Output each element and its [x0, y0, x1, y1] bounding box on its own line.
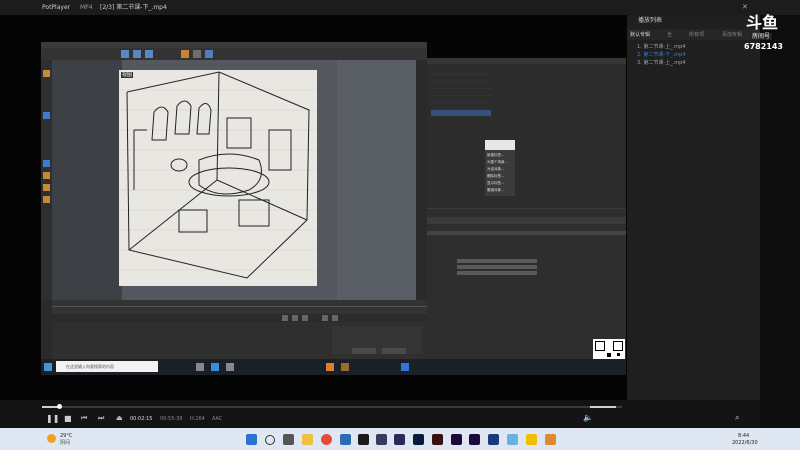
- volume-icon[interactable]: 🔈: [583, 413, 593, 422]
- clock-date[interactable]: 2022/6/30: [732, 440, 758, 446]
- tab-add-album[interactable]: 添加专辑: [722, 32, 742, 38]
- context-item: 为整个场景...: [487, 160, 508, 164]
- douyu-watermark: 斗鱼 房间号 6782143: [742, 13, 783, 56]
- weather-desc: 阴间: [60, 440, 71, 446]
- chrome-icon[interactable]: [321, 434, 332, 445]
- playlist-panel: 播放列表 默认专辑 全 所有项 添加专辑 1. 第二节课-上_.mp4 2. 第…: [627, 15, 760, 400]
- playlist-item[interactable]: 3. 第二节课-上_.mp4: [637, 60, 685, 66]
- app-icon[interactable]: [358, 434, 369, 445]
- temperature: 29°C: [60, 433, 73, 439]
- object-list: [431, 68, 491, 138]
- recorded-screen: 视图: [41, 42, 427, 375]
- start-icon[interactable]: [246, 434, 257, 445]
- context-item: 显示标签...: [487, 181, 505, 185]
- site-logo: 斗鱼: [746, 13, 779, 32]
- context-item: 删除标签...: [487, 174, 505, 178]
- app-icon[interactable]: [394, 434, 405, 445]
- photoshop-icon[interactable]: [413, 434, 424, 445]
- illustrator-icon[interactable]: [432, 434, 443, 445]
- video-codec: H.264: [190, 416, 205, 422]
- search-taskbar-icon[interactable]: [265, 435, 275, 445]
- audio-codec: AAC: [212, 416, 223, 422]
- tab-default-album[interactable]: 默认专辑: [630, 32, 650, 38]
- weather-icon: [47, 434, 56, 443]
- c4d-right-panels: 新建标签... 为整个场景... 为该对象... 删除标签... 显示标签...…: [427, 58, 626, 359]
- app-icon[interactable]: [488, 434, 499, 445]
- file-explorer-icon[interactable]: [302, 434, 313, 445]
- volume-fill: [590, 406, 616, 408]
- clock-time[interactable]: 8:44: [738, 433, 749, 439]
- previous-icon[interactable]: ⏮: [81, 414, 87, 423]
- c4d-left-tools: [41, 60, 52, 300]
- seek-knob[interactable]: [57, 404, 63, 409]
- context-item: 为该对象...: [487, 167, 505, 171]
- eject-icon[interactable]: ⏏: [116, 414, 123, 423]
- c4d-icon[interactable]: [376, 434, 387, 445]
- c4d-toolbar: [41, 48, 427, 60]
- stop-icon[interactable]: ■: [64, 414, 72, 423]
- current-time: 00:02:15: [130, 416, 153, 422]
- context-menu: 新建标签... 为整个场景... 为该对象... 删除标签... 显示标签...…: [485, 140, 515, 196]
- context-item: 新建标签...: [487, 153, 505, 157]
- windows-icon: [44, 363, 52, 371]
- c4d-bottom-panels: [52, 322, 427, 359]
- after-effects-icon[interactable]: [469, 434, 480, 445]
- search-placeholder: 在这里输入你要搜索的内容: [66, 364, 114, 369]
- sketch-image: 视图: [119, 70, 317, 286]
- recorded-taskbar: 在这里输入你要搜索的内容: [41, 359, 626, 375]
- playlist-item[interactable]: 1. 第二节课-上_.mp4: [637, 44, 685, 50]
- c4d-timeline: [52, 300, 427, 314]
- premiere-icon[interactable]: [451, 434, 462, 445]
- playlist-header: 播放列表: [638, 17, 663, 24]
- total-time: 00:55:39: [160, 416, 183, 422]
- tab-all-items[interactable]: 所有项: [689, 32, 704, 38]
- room-number: 6782143: [744, 42, 783, 51]
- attribute-manager: [427, 208, 626, 359]
- app-icon[interactable]: [526, 434, 537, 445]
- c4d-playback-bar: [52, 314, 427, 322]
- context-item: 撤销对象...: [487, 188, 505, 192]
- edge-icon[interactable]: [340, 434, 351, 445]
- playlist-item-active[interactable]: 2. 第二节课-下_.mp4: [637, 52, 685, 58]
- app-name: PotPlayer: [42, 4, 71, 11]
- pause-icon[interactable]: ❚❚: [46, 414, 59, 423]
- volume-slider[interactable]: [590, 406, 620, 408]
- player-controls: ❚❚ ■ ⏮ ⏭ ⏏ 00:02:15 00:55:39 H.264 AAC 🔈…: [0, 400, 760, 428]
- next-icon[interactable]: ⏭: [98, 414, 104, 423]
- app-icon[interactable]: [507, 434, 518, 445]
- task-view-icon[interactable]: [283, 434, 294, 445]
- close-icon[interactable]: ✕: [742, 3, 750, 11]
- tab-all[interactable]: 全: [667, 32, 672, 38]
- room-label: 房间号: [750, 33, 773, 40]
- search-icon[interactable]: ⌕: [735, 413, 739, 422]
- app-icon[interactable]: [545, 434, 556, 445]
- title-bar: PotPlayer MP4 [2/3] 第二节课-下_.mp4 ✕: [0, 0, 800, 15]
- recorded-search-box: 在这里输入你要搜索的内容: [56, 361, 158, 372]
- room-sketch: [119, 71, 317, 279]
- file-title: [2/3] 第二节课-下_.mp4: [100, 4, 167, 11]
- playlist-tabs: 默认专辑 全 所有项 添加专辑: [627, 29, 760, 40]
- format-label: MP4: [80, 4, 93, 11]
- seek-bar[interactable]: [42, 404, 622, 409]
